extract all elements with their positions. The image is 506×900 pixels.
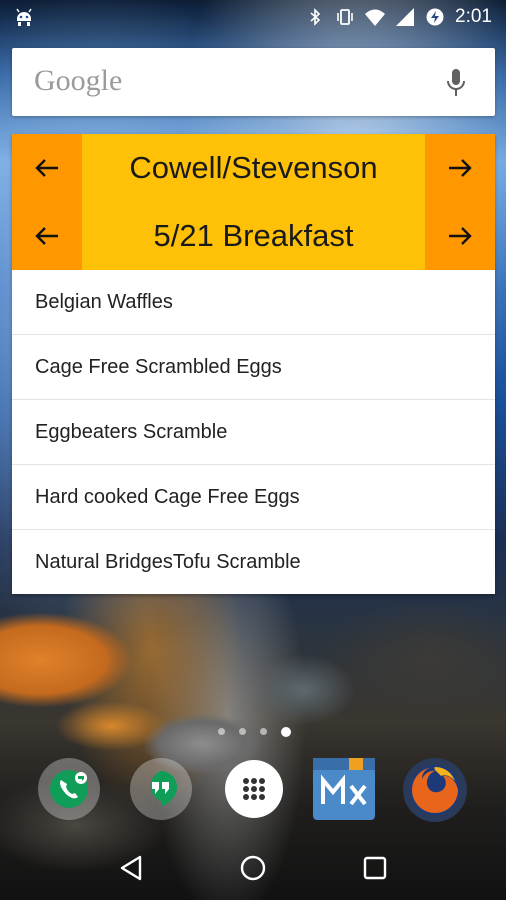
x-media-icon[interactable] [313,758,375,820]
bluetooth-icon [310,8,321,26]
recents-button[interactable] [353,846,397,890]
list-item[interactable]: Eggbeaters Scramble [12,400,495,465]
meal-row: 5/21 Breakfast [12,202,495,270]
page-dot [260,728,267,735]
firefox-icon[interactable] [403,758,467,822]
prev-meal-button[interactable] [12,202,82,270]
cell-signal-icon [396,8,415,26]
page-dot-active [281,727,291,737]
mic-icon[interactable] [445,68,467,98]
prev-hall-button[interactable] [12,134,82,202]
data-saver-icon [426,8,444,26]
next-hall-button[interactable] [425,134,495,202]
recents-icon [363,856,387,880]
list-item[interactable]: Hard cooked Cage Free Eggs [12,465,495,530]
list-item[interactable]: Natural BridgesTofu Scramble [12,530,495,595]
list-item[interactable]: Belgian Waffles [12,270,495,335]
back-icon [120,855,142,881]
hangouts-icon[interactable] [130,758,192,820]
page-dot [218,728,225,735]
meal-label: 5/21 Breakfast [153,218,354,253]
android-debug-icon [16,8,32,26]
google-logo: Google [34,64,123,97]
status-time: 2:01 [455,6,492,27]
dining-hall-label: Cowell/Stevenson [129,150,378,185]
page-dot [239,728,246,735]
arrow-right-icon [449,227,472,245]
menu-list[interactable]: Belgian Waffles Cage Free Scrambled Eggs… [12,270,495,594]
dining-hall-row: Cowell/Stevenson [12,134,495,202]
status-bar: 2:01 [0,0,506,38]
wifi-icon [365,9,386,26]
arrow-left-icon [35,227,58,245]
list-item[interactable]: Cage Free Scrambled Eggs [12,335,495,400]
next-meal-button[interactable] [425,202,495,270]
google-search-bar[interactable]: Google [12,48,495,116]
page-indicator [218,727,291,737]
dining-menu-widget: Cowell/Stevenson 5/21 Breakfast Belgian … [12,134,495,594]
arrow-right-icon [449,159,472,177]
home-icon [240,855,266,881]
arrow-left-icon [35,159,58,177]
hangouts-dialer-icon[interactable] [38,758,100,820]
back-button[interactable] [109,846,153,890]
vibrate-icon [337,9,353,25]
app-drawer-icon[interactable] [225,760,283,818]
nav-bar [0,836,506,900]
home-button[interactable] [231,846,275,890]
